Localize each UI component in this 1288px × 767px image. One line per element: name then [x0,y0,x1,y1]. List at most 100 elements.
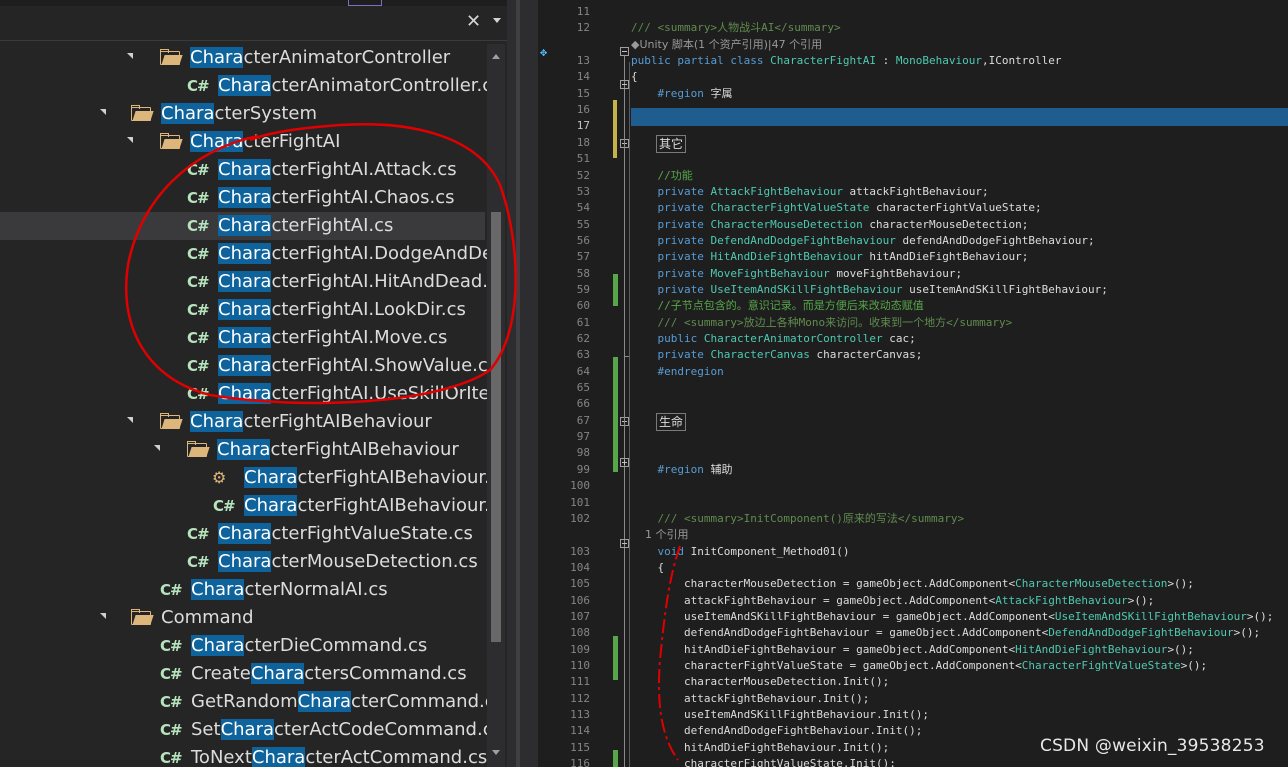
code-line[interactable]: /// <summary>人物战斗AI</summary> [631,21,841,35]
code-line[interactable]: private CharacterFightValueState charact… [631,201,1041,215]
expand-caret-icon[interactable] [127,53,133,59]
tree-item[interactable]: ⚙ CharacterFightAIBehaviour.c [0,464,500,492]
tree-item[interactable]: C# CharacterFightAIBehaviour.c [0,492,500,520]
tree-scrollbar[interactable] [487,44,505,767]
tree-item[interactable]: C# CharacterFightAI.DodgeAndDe [0,240,493,268]
unity-asset-icon: ⚙ [212,468,227,487]
codelens-hint[interactable]: ◆Unity 脚本(1 个资产引用)|47 个引用 [631,38,822,52]
collapsed-region-box[interactable]: 其它 [656,134,687,153]
tree-item[interactable]: C# CharacterFightAI.LookDir.cs [0,296,485,324]
code-line[interactable]: characterMouseDetection = gameObject.Add… [631,577,1194,591]
code-line[interactable]: //子节点包含的。意识记录。而是方便后来改动态赋值 [631,299,923,313]
code-line[interactable]: private AttackFightBehaviour attackFight… [631,185,988,199]
code-line[interactable]: private UseItemAndSKillFightBehaviour us… [631,282,1107,297]
scroll-thumb[interactable] [491,212,501,642]
tree-item[interactable]: C# CharacterNormalAI.cs [0,576,485,604]
code-line[interactable]: characterMouseDetection.Init(); [631,675,889,689]
expand-caret-icon[interactable] [100,109,106,115]
code-line[interactable]: /// <summary>放边上各种Mono来访问。收束到一个地方</summa… [631,316,1012,330]
tree-item[interactable]: C# CharacterFightAI.cs [0,212,485,240]
code-line[interactable]: private HitAndDieFightBehaviour hitAndDi… [631,250,1028,264]
expand-caret-icon[interactable] [127,417,133,423]
tree-item[interactable]: C# CharacterFightAI.Move.cs [0,324,485,352]
collapsed-region-box[interactable]: 生命 [656,412,687,431]
code-line[interactable]: //功能 [631,169,692,183]
code-token: characterCanvas; [809,348,923,362]
code-token: InitComponent_Method01() [690,544,850,558]
scroll-down-icon[interactable] [492,750,500,755]
code-line[interactable]: private MoveFightBehaviour moveFightBeha… [631,267,962,281]
label-suffix: cterActCommand.cs [305,747,488,767]
tree-item[interactable]: CharacterFightAIBehaviour [0,436,485,464]
search-match-highlight: Chara [244,495,298,516]
tree-item[interactable]: CharacterSystem [0,100,485,128]
scroll-up-icon[interactable] [492,54,500,59]
expand-caret-icon[interactable] [100,613,106,619]
code-line[interactable]: #region 辅助 [631,463,732,477]
code-line[interactable]: { [631,561,664,575]
code-line[interactable]: public partial class CharacterFightAI : … [631,54,1062,68]
code-line[interactable]: hitAndDieFightBehaviour.Init(); [631,741,889,755]
code-token: /// <summary>InitComponent()原来的写法</summa… [631,511,965,525]
code-line[interactable]: void InitComponent_Method01() [631,544,850,559]
code-editor[interactable]: ✥ 11 12/// <summary>人物战斗AI</summary> ◆Unit… [538,0,1288,767]
tree-item[interactable]: C# CharacterMouseDetection.cs [0,548,485,576]
tree-item[interactable]: C# CharacterFightValueState.cs [0,520,485,548]
code-line[interactable]: attackFightBehaviour = gameObject.AddCom… [631,594,1154,608]
code-line[interactable]: attackFightBehaviour.Init(); [631,692,869,706]
tree-item[interactable]: CharacterAnimatorController [0,44,485,72]
code-line[interactable]: private DefendAndDodgeFightBehaviour def… [631,234,1094,248]
saved-change-bar [613,274,618,306]
tree-item[interactable]: Command [0,604,485,632]
code-line[interactable]: /// <summary>InitComponent()原来的写法</summa… [631,512,964,526]
active-tab-fragment[interactable] [348,0,382,6]
code-line[interactable]: characterFightValueState.Init(); [631,757,896,767]
clear-search-icon[interactable]: ✕ [466,12,481,32]
code-line[interactable]: private CharacterMouseDetection characte… [631,218,1028,232]
panel-splitter[interactable] [507,0,538,767]
tree-item[interactable]: C# CharacterFightAI.UseSkillOrIter [0,380,497,408]
tree-item[interactable]: C# CharacterDieCommand.cs [0,632,485,660]
code-line[interactable]: characterFightValueState = gameObject.Ad… [631,659,1207,673]
tree-item[interactable]: C# CharacterFightAI.HitAndDead.c [0,268,498,296]
code-token: attackFightBehaviour.Init(); [631,691,870,705]
code-line[interactable]: defendAndDodgeFightBehaviour = gameObjec… [631,626,1260,640]
tree-item[interactable]: CharacterFightAI [0,128,485,156]
code-line[interactable]: public CharacterAnimatorController cac; [631,332,915,346]
code-line[interactable]: useItemAndSKillFightBehaviour.Init(); [631,708,929,722]
code-line[interactable]: #endregion [631,365,723,379]
tree-item[interactable]: C# CharacterFightAI.Chaos.cs [0,184,485,212]
tree-item-label: CharacterFightValueState.cs [218,523,473,545]
expand-region-icon[interactable] [620,458,629,467]
tree-item[interactable]: C# CharacterAnimatorController.c [0,72,492,100]
code-token: private [631,282,711,296]
collapse-region-icon[interactable] [620,47,629,56]
folder-open-icon [131,609,154,626]
search-match-highlight: Chara [217,439,271,460]
code-line[interactable]: private CharacterCanvas characterCanvas; [631,348,922,362]
tree-item[interactable]: C# SetCharacterActCodeCommand.cs [0,716,502,744]
tree-item[interactable]: C# CharacterFightAI.Attack.cs [0,156,485,184]
tree-item[interactable]: CharacterFightAIBehaviour [0,408,485,436]
tree-item-label: Command [161,607,254,629]
tree-item[interactable]: C# ToNextCharacterActCommand.cs [0,744,488,767]
line-number: 107 [570,609,590,623]
line-number: 61 [576,315,590,329]
tree-item[interactable]: C# GetRandomCharacterCommand.cs [0,688,504,716]
line-number: 97 [576,430,590,444]
code-line[interactable]: hitAndDieFightBehaviour = gameObject.Add… [631,643,1194,657]
code-line[interactable]: defendAndDodgeFightBehaviour.Init(); [631,724,922,738]
code-line[interactable]: { [631,70,638,84]
codelens-hint[interactable]: 1 个引用 [631,528,689,542]
code-line[interactable]: useItemAndSKillFightBehaviour = gameObje… [631,610,1273,624]
tree-item[interactable]: C# CreateCharactersCommand.cs [0,660,485,688]
expand-caret-icon[interactable] [154,445,160,451]
search-options-dropdown-icon[interactable] [493,18,501,23]
code-line[interactable]: #region 字属 [631,87,733,101]
label-prefix: Create [191,663,251,684]
expand-caret-icon[interactable] [127,137,133,143]
collapse-region-icon[interactable] [620,80,629,89]
tree-item[interactable]: C# CharacterFightAI.ShowValue.cs [0,352,497,380]
collapse-region-icon[interactable] [620,539,629,548]
